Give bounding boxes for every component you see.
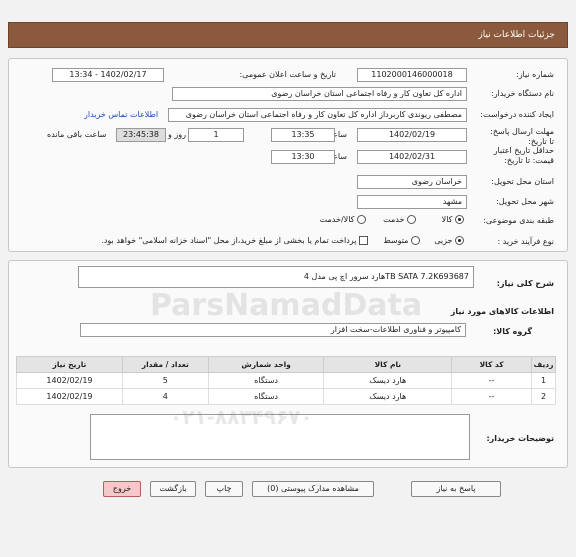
col-header-row-number: ردیف xyxy=(531,356,556,373)
process-type-label: نوع فرآیند خرید : xyxy=(497,237,554,246)
exit-button[interactable]: خروج xyxy=(103,481,141,497)
table-row: 2 -- هارد دیسک دستگاه 4 1402/02/19 xyxy=(16,388,556,405)
col-header-quantity: تعداد / مقدار xyxy=(121,356,209,373)
goods-group-field: کامپیوتر و فناوری اطلاعات-سخت افزار xyxy=(80,323,466,337)
buyer-org-field: اداره کل تعاون کار و رفاه اجتماعی استان … xyxy=(172,87,467,101)
province-label: استان محل تحویل: xyxy=(491,177,554,186)
city-label: شهر محل تحویل: xyxy=(496,197,554,206)
goods-table: ردیف کد کالا نام کالا واحد شمارش تعداد /… xyxy=(16,356,556,405)
validity-label: حداقل تاریخ اعتبار قیمت: تا تاریخ: xyxy=(493,146,554,165)
deadline-label: مهلت ارسال پاسخ: تا تاریخ: xyxy=(490,127,554,146)
deadline-date-field: 1402/02/19 xyxy=(357,128,467,142)
back-button[interactable]: بازگشت xyxy=(150,481,196,497)
col-header-name: نام کالا xyxy=(323,356,453,373)
announce-field: 1402/02/17 - 13:34 xyxy=(52,68,164,82)
page-header: جزئیات اطلاعات نیاز xyxy=(8,22,568,48)
announce-label: تاریخ و ساعت اعلان عمومی: xyxy=(239,70,336,79)
cell-name: هارد دیسک xyxy=(323,388,453,405)
category-goods-option[interactable]: کالا xyxy=(442,215,464,224)
cell-unit: دستگاه xyxy=(207,388,325,405)
buyer-org-label: نام دستگاه خریدار: xyxy=(491,89,554,98)
creator-label: ایجاد کننده درخواست: xyxy=(480,110,554,119)
treasury-payment-option[interactable]: پرداخت تمام یا بخشی از مبلغ خرید،از محل … xyxy=(101,236,368,245)
city-field: مشهد xyxy=(357,195,467,209)
need-number-label: شماره نیاز: xyxy=(516,70,554,79)
col-header-unit: واحد شمارش xyxy=(207,356,325,373)
cell-need-date: 1402/02/19 xyxy=(16,388,123,405)
cell-quantity: 5 xyxy=(121,372,209,389)
days-label: روز و xyxy=(168,130,186,139)
radio-empty-icon xyxy=(407,215,416,224)
category-service-option[interactable]: خدمت xyxy=(383,215,416,224)
goods-info-heading: اطلاعات کالاهای مورد نیاز xyxy=(450,307,554,316)
summary-field: هارد سرور اچ پی مدل 4TB SATA 7.2K693687 xyxy=(78,266,474,288)
buyer-notes-label: توضیحات خریدار: xyxy=(486,434,554,443)
cell-quantity: 4 xyxy=(121,388,209,405)
cell-need-date: 1402/02/19 xyxy=(16,372,123,389)
cell-row-number: 1 xyxy=(531,372,556,389)
cell-code: -- xyxy=(451,372,533,389)
need-number-field: 1102000146000018 xyxy=(357,68,467,82)
cell-code: -- xyxy=(451,388,533,405)
cell-row-number: 2 xyxy=(531,388,556,405)
creator-field: مصطفی ریوندی کاربرداز اداره کل تعاون کار… xyxy=(168,108,467,122)
radio-empty-icon xyxy=(411,236,420,245)
table-row: 1 -- هارد دیسک دستگاه 5 1402/02/19 xyxy=(16,372,556,389)
process-medium-option[interactable]: متوسط xyxy=(383,236,420,245)
radio-selected-icon xyxy=(455,215,464,224)
validity-date-field: 1402/02/31 xyxy=(357,150,467,164)
buyer-contact-link[interactable]: اطلاعات تماس خریدار xyxy=(84,110,158,119)
days-remaining-field: 1 xyxy=(188,128,244,142)
validity-time-field: 13:30 xyxy=(271,150,335,164)
process-minor-option[interactable]: جزیی xyxy=(434,236,464,245)
goods-group-label: گروه کالا: xyxy=(493,327,532,336)
radio-empty-icon xyxy=(357,215,366,224)
reply-button[interactable]: پاسخ به نیاز xyxy=(411,481,501,497)
summary-label: شرح کلی نیاز: xyxy=(496,279,554,288)
deadline-time-field: 13:35 xyxy=(271,128,335,142)
print-button[interactable]: چاپ xyxy=(205,481,243,497)
col-header-need-date: تاریخ نیاز xyxy=(16,356,123,373)
category-goods-service-option[interactable]: کالا/خدمت xyxy=(320,215,366,224)
remaining-time-label: ساعت باقی مانده xyxy=(47,130,107,139)
cell-name: هارد دیسک xyxy=(323,372,453,389)
province-field: خراسان رضوی xyxy=(357,175,467,189)
buyer-notes-field xyxy=(90,414,470,460)
category-label: طبقه بندی موضوعی: xyxy=(483,216,554,225)
view-attachments-button[interactable]: مشاهده مدارک پیوستی (0) xyxy=(252,481,374,497)
cell-unit: دستگاه xyxy=(207,372,325,389)
col-header-code: کد کالا xyxy=(451,356,533,373)
table-header-row: ردیف کد کالا نام کالا واحد شمارش تعداد /… xyxy=(16,356,556,373)
remaining-time-field: 23:45:38 xyxy=(116,128,166,142)
radio-selected-icon xyxy=(455,236,464,245)
page-title: جزئیات اطلاعات نیاز xyxy=(478,30,555,40)
checkbox-icon xyxy=(359,236,368,245)
